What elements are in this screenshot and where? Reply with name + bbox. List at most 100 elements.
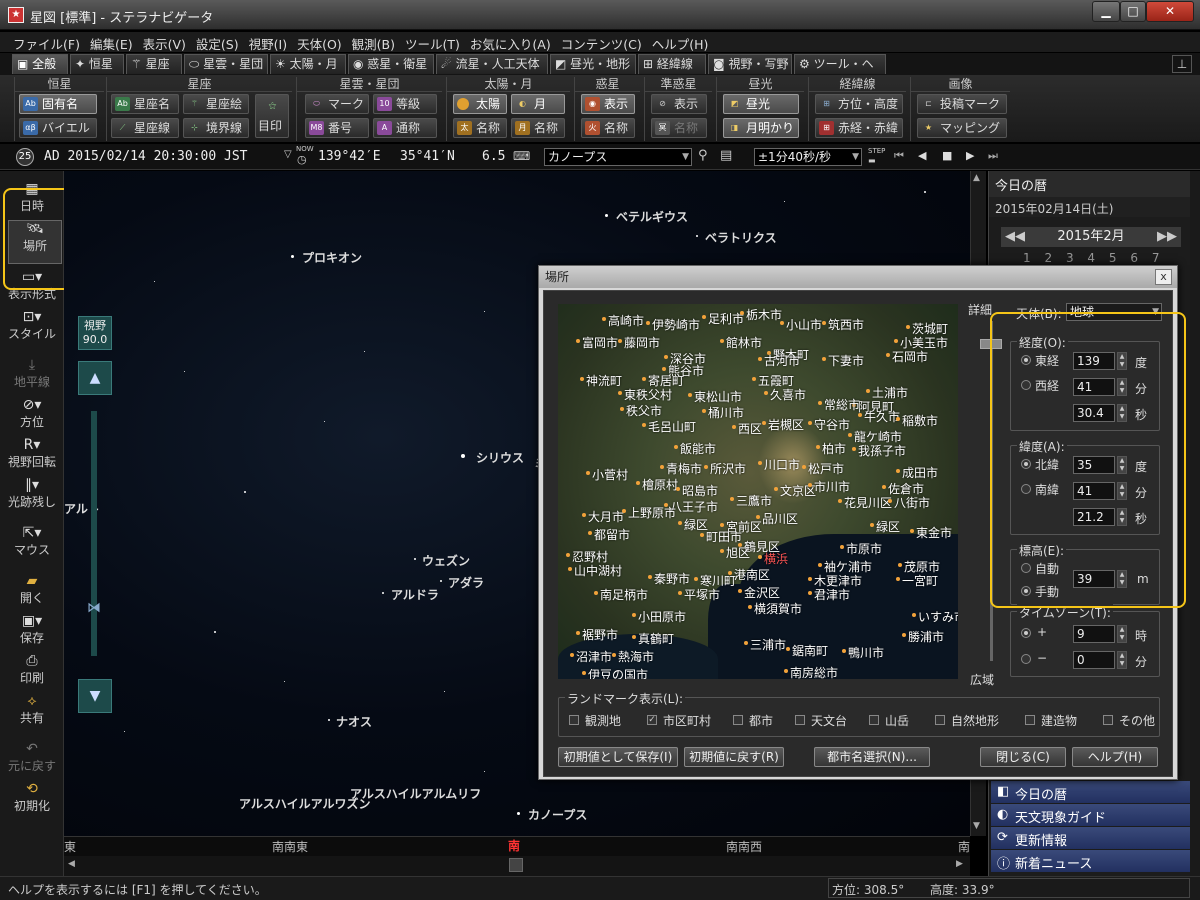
chevron-down-icon[interactable]: ▼ <box>852 149 859 165</box>
object-search-input[interactable]: カノープス ▼ <box>544 148 692 166</box>
star-label[interactable]: アルスハイルアルワズン <box>239 795 371 812</box>
planet-name-button[interactable]: 火名称 <box>581 118 635 138</box>
map-town-label[interactable]: 西区 <box>731 420 762 437</box>
panel-item-calendar[interactable]: ◧ 今日の暦 <box>991 781 1197 803</box>
style-tool[interactable]: ⊡▾ スタイル <box>0 309 64 342</box>
star-label[interactable]: アダラ <box>448 574 484 591</box>
map-town-label[interactable]: 川口市 <box>757 456 800 473</box>
horizon-tool[interactable]: ⤓ 地平線 <box>0 357 64 390</box>
hscroll-thumb[interactable] <box>509 858 523 872</box>
prev-month-icon[interactable]: ◀◀ <box>1005 227 1025 247</box>
pin-icon[interactable]: ⊥ <box>1172 55 1192 73</box>
post-mark-button[interactable]: ⊏ 投稿マーク <box>917 94 1007 114</box>
view-rotate-tool[interactable]: R▾ 視野回転 <box>0 437 64 470</box>
map-town-label[interactable]: 桶川市 <box>701 404 744 421</box>
star-label[interactable]: ナオス <box>336 713 372 730</box>
search-icon[interactable]: ⚲ <box>698 148 708 163</box>
star-names-button[interactable]: Ab 固有名 <box>19 94 97 114</box>
right-panel-scrollbar[interactable] <box>1190 171 1200 876</box>
mouse-tool[interactable]: ⇱▾ マウス <box>0 525 64 558</box>
map-town-label[interactable]: 高崎市 <box>601 312 644 329</box>
step-icon[interactable]: ▬ <box>868 156 876 165</box>
number-button[interactable]: M8 番号 <box>305 118 369 138</box>
stop-icon[interactable]: ■ <box>942 149 952 162</box>
map-town-label[interactable]: 市川市 <box>807 478 850 495</box>
map-town-label[interactable]: 裾野市 <box>575 626 618 643</box>
map-town-label[interactable]: 下妻市 <box>821 352 864 369</box>
menu-settings[interactable]: 設定(S) <box>191 32 244 55</box>
map-town-label[interactable]: 筑西市 <box>821 316 864 333</box>
limit-magnitude-display[interactable]: 6.5 <box>482 149 505 164</box>
print-tool[interactable]: ⎙ 印刷 <box>0 653 64 686</box>
landmark-checkbox[interactable] <box>733 715 743 725</box>
clock-icon[interactable]: ◷ <box>297 153 307 166</box>
landmark-checkbox[interactable]: ✓ <box>647 715 657 725</box>
panel-item-news[interactable]: ⓘ 新着ニュース <box>991 850 1197 872</box>
skip-forward-icon[interactable]: ⏭ <box>988 149 998 163</box>
magnitude-button[interactable]: 10 等級 <box>373 94 437 114</box>
map-town-label[interactable]: 南房総市 <box>783 664 838 679</box>
landmark-checkbox[interactable] <box>869 715 879 725</box>
map-town-label[interactable]: 沼津市 <box>569 648 612 665</box>
map-town-label[interactable]: 山中湖村 <box>567 562 622 579</box>
marker-button[interactable]: ⚝ 目印 <box>255 94 289 138</box>
map-town-label[interactable]: 牛久市 <box>857 408 900 425</box>
map-town-label[interactable]: 勝浦市 <box>901 628 944 645</box>
dialog-close-button[interactable]: 閉じる(C) <box>980 747 1066 767</box>
map-town-label[interactable]: 熊谷市 <box>661 362 704 379</box>
tab-nebula-cluster[interactable]: ⬭ 星雲・星団 <box>184 54 268 74</box>
map-town-label[interactable]: 富岡市 <box>575 334 618 351</box>
mapping-button[interactable]: ★ マッピング <box>917 118 1007 138</box>
scroll-right-icon[interactable]: ▶ <box>956 859 963 869</box>
menu-view[interactable]: 表示(V) <box>138 32 191 55</box>
map-town-label[interactable]: 館林市 <box>719 334 762 351</box>
star-label[interactable]: ウェズン <box>422 552 470 569</box>
constellation-line-button[interactable]: ⟋ 星座線 <box>111 118 179 138</box>
map-town-label[interactable]: 伊勢崎市 <box>645 316 700 333</box>
tab-fov-photo[interactable]: ◙ 視野・写野 <box>708 54 792 74</box>
menu-fov[interactable]: 視野(I) <box>244 32 292 55</box>
chevron-down-icon[interactable]: ▼ <box>682 149 689 165</box>
city-select-button[interactable]: 都市名選択(N)... <box>814 747 930 767</box>
map-town-label[interactable]: 三浦市 <box>743 636 786 653</box>
dwarf-name-button[interactable]: 冥名称 <box>651 118 707 138</box>
spin-icon[interactable]: ▲ ▼ <box>1117 625 1127 643</box>
location-map[interactable]: 高崎市 伊勢崎市 足利市 栃木市 小山市 筑西市 富岡市 藤岡市 館林市 野木町 茨城町 小美玉市 深谷… <box>558 304 958 679</box>
map-town-label[interactable]: いすみ市 <box>911 608 958 625</box>
map-town-label[interactable]: 八王子市 <box>663 498 718 515</box>
map-town-label[interactable]: 栃木市 <box>739 306 782 323</box>
maximize-button[interactable]: □ <box>1120 1 1146 22</box>
map-town-label[interactable]: 久喜市 <box>763 386 806 403</box>
map-town-label[interactable]: 守谷市 <box>807 416 850 433</box>
map-town-label[interactable]: 足利市 <box>701 310 744 327</box>
star-label[interactable]: ベテルギウス <box>616 208 688 225</box>
list-icon[interactable]: ▤ <box>720 148 732 163</box>
map-town-label[interactable]: 品川区 <box>755 510 798 527</box>
ra-dec-button[interactable]: ⊞ 赤経・赤緯 <box>815 118 903 138</box>
star-label[interactable]: カノープス <box>528 806 587 823</box>
tz-minus-radio[interactable] <box>1021 654 1031 664</box>
restore-default-button[interactable]: 初期値に戻す(R) <box>684 747 784 767</box>
save-tool[interactable]: ▣▾ 保存 <box>0 613 64 646</box>
play-icon[interactable]: ▶ <box>966 149 974 162</box>
tab-stars[interactable]: ✦ 恒星 <box>70 54 124 74</box>
planet-show-button[interactable]: ◉ 表示 <box>581 94 635 114</box>
bayer-button[interactable]: αβ バイエル <box>19 118 97 138</box>
share-tool[interactable]: ⟡ 共有 <box>0 693 64 726</box>
map-town-label[interactable]: 町田市 <box>699 528 742 545</box>
map-town-label[interactable]: 所沢市 <box>703 460 746 477</box>
map-town-label[interactable]: 都留市 <box>587 526 630 543</box>
spin-icon[interactable]: ▲ ▼ <box>1117 651 1127 669</box>
star-label[interactable]: シリウス <box>476 449 524 466</box>
map-town-label[interactable]: 常総市 <box>817 396 860 413</box>
landmark-checkbox[interactable] <box>569 715 579 725</box>
tz-min-input[interactable]: 0 <box>1073 651 1115 669</box>
tz-hour-input[interactable]: 9 <box>1073 625 1115 643</box>
star-label[interactable]: プロキオン <box>302 249 362 266</box>
map-town-label[interactable]: 伊豆の国市 <box>581 666 648 679</box>
zoom-slider-handle[interactable]: ⧒ <box>74 600 114 618</box>
constellation-picture-button[interactable]: ⚚ 星座絵 <box>183 94 249 114</box>
map-town-label[interactable]: 鋸南町 <box>785 642 828 659</box>
menu-tools[interactable]: ツール(T) <box>400 32 465 55</box>
map-town-label[interactable]: 東松山市 <box>687 388 742 405</box>
